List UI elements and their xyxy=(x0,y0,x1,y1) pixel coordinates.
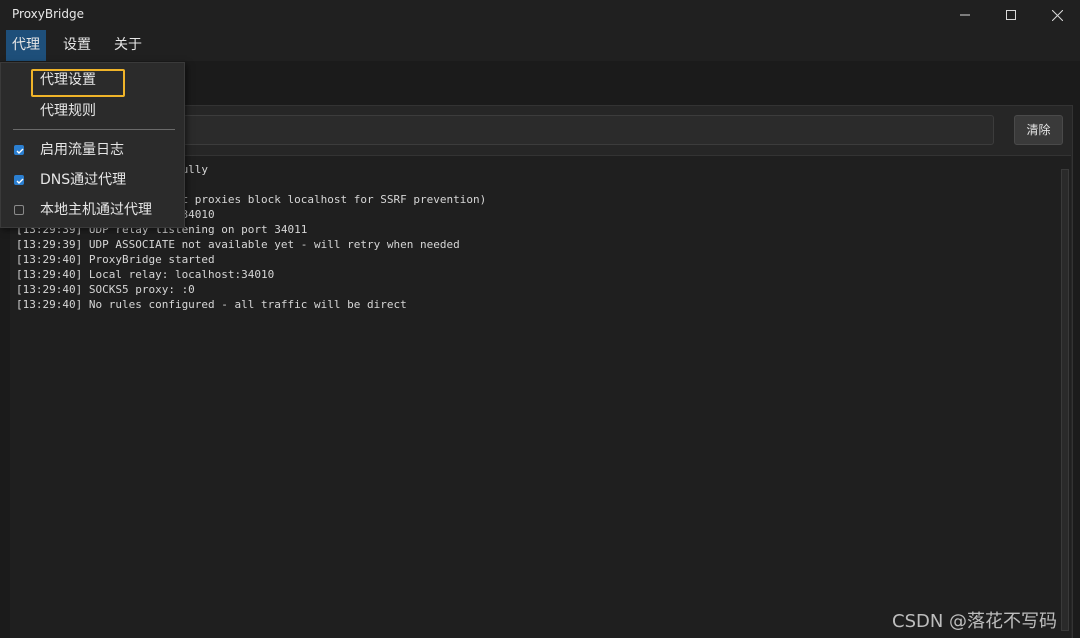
menu-settings[interactable]: 设置 xyxy=(57,30,97,61)
log-line: [13:29:39] UDP ASSOCIATE not available y… xyxy=(16,238,460,251)
menu-item-label: 代理规则 xyxy=(40,103,96,119)
toggle-traffic-log[interactable]: 启用流量日志 xyxy=(1,136,184,164)
menu-about[interactable]: 关于 xyxy=(108,30,148,61)
log-line: [13:29:40] ProxyBridge started xyxy=(16,253,215,266)
toggle-label: 启用流量日志 xyxy=(40,142,124,158)
menu-item-proxy-settings[interactable]: 代理设置 xyxy=(1,66,184,97)
log-line: [13:29:40] No rules configured - all tra… xyxy=(16,298,407,311)
toggle-dns-proxy[interactable]: DNS通过代理 xyxy=(1,166,184,194)
checkbox-checked-icon xyxy=(14,175,24,185)
watermark: CSDN @落花不写码 xyxy=(892,611,1058,632)
title-bar: ProxyBridge xyxy=(0,0,1080,30)
close-icon xyxy=(1051,9,1063,21)
app-window: ProxyBridge 代理 设置 关于 清除 xyxy=(0,0,1080,638)
maximize-icon xyxy=(1006,10,1016,20)
menu-bar: 代理 设置 关于 xyxy=(0,30,1080,61)
menu-item-proxy-rules[interactable]: 代理规则 xyxy=(1,97,184,125)
menu-item-label: 代理设置 xyxy=(40,72,96,88)
checkbox-checked-icon xyxy=(14,145,24,155)
maximize-button[interactable] xyxy=(988,0,1034,30)
close-button[interactable] xyxy=(1034,0,1080,30)
minimize-icon xyxy=(960,14,970,16)
checkbox-unchecked-icon xyxy=(14,205,24,215)
clear-button[interactable]: 清除 xyxy=(1014,115,1063,145)
toggle-localhost-proxy[interactable]: 本地主机通过代理 xyxy=(1,196,184,224)
menu-proxy[interactable]: 代理 xyxy=(6,30,46,61)
window-title: ProxyBridge xyxy=(12,7,84,21)
menu-separator xyxy=(13,129,175,130)
log-scrollbar[interactable] xyxy=(1061,169,1069,631)
proxy-dropdown-menu: 代理设置 代理规则 启用流量日志 DNS通过代理 本地主机通过代理 xyxy=(0,62,185,228)
log-line: [13:29:40] SOCKS5 proxy: :0 xyxy=(16,283,195,296)
toggle-label: 本地主机通过代理 xyxy=(40,202,152,218)
toggle-label: DNS通过代理 xyxy=(40,172,127,188)
log-line: [13:29:40] Local relay: localhost:34010 xyxy=(16,268,275,281)
minimize-button[interactable] xyxy=(942,0,988,30)
